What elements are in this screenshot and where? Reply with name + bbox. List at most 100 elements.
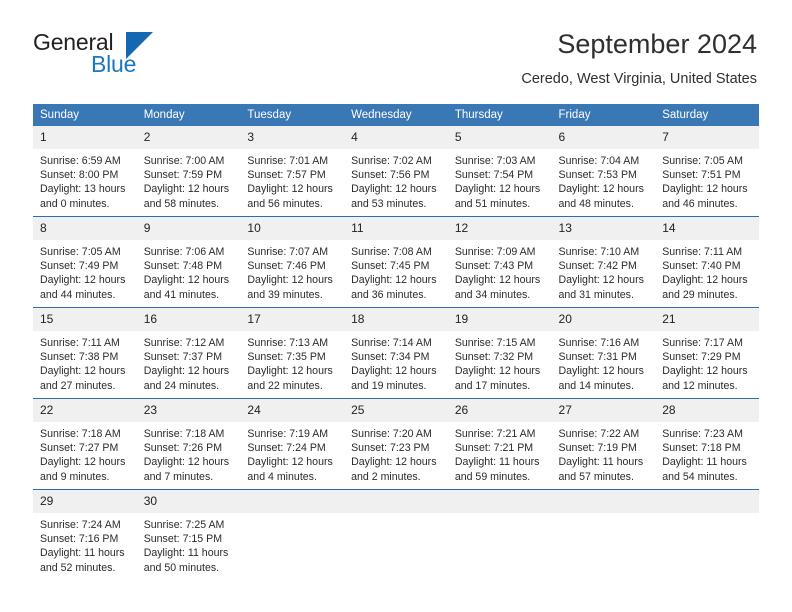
week-row: 8 Sunrise: 7:05 AM Sunset: 7:49 PM Dayli… [33,216,759,308]
day-details: Sunrise: 7:10 AM Sunset: 7:42 PM Dayligh… [552,240,656,302]
daylight-text-line1: Daylight: 12 hours [143,456,230,469]
sunrise-text: Sunrise: 7:07 AM [247,246,329,258]
week-row: 29 Sunrise: 7:24 AM Sunset: 7:16 PM Dayl… [33,489,759,580]
day-cell[interactable]: 2 Sunrise: 7:00 AM Sunset: 7:59 PM Dayli… [136,126,241,217]
daylight-text-line1: Daylight: 12 hours [247,274,333,287]
day-cell-empty [344,489,448,580]
week-row: 15 Sunrise: 7:11 AM Sunset: 7:38 PM Dayl… [33,307,759,399]
daylight-text-line2: and 58 minutes. [143,197,220,210]
sunset-text: Sunset: 7:38 PM [40,351,119,364]
daylight-text-line1: Daylight: 12 hours [454,274,541,287]
day-details: Sunrise: 7:02 AM Sunset: 7:56 PM Dayligh… [344,149,448,211]
sunset-text: Sunset: 7:19 PM [558,442,637,455]
sunset-text: Sunset: 7:35 PM [247,351,326,364]
logo-generalblue[interactable]: General Blue [33,30,243,82]
day-number: 17 [240,308,345,331]
day-cell[interactable]: 3 Sunrise: 7:01 AM Sunset: 7:57 PM Dayli… [240,126,345,217]
day-number: 16 [136,308,241,331]
daylight-text-line1: Daylight: 11 hours [558,456,644,469]
sunrise-text: Sunrise: 7:23 AM [662,428,743,440]
sunrise-text: Sunrise: 7:16 AM [558,337,640,349]
day-cell[interactable]: 13 Sunrise: 7:10 AM Sunset: 7:42 PM Dayl… [551,216,656,308]
day-number: 11 [344,217,448,240]
daylight-text-line2: and 59 minutes. [454,470,531,483]
day-cell[interactable]: 1 Sunrise: 6:59 AM Sunset: 8:00 PM Dayli… [33,126,137,217]
day-number: 19 [447,308,552,331]
day-number [551,490,656,513]
sunrise-text: Sunrise: 6:59 AM [40,155,121,167]
day-cell[interactable]: 7 Sunrise: 7:05 AM Sunset: 7:51 PM Dayli… [655,126,759,217]
day-details: Sunrise: 7:20 AM Sunset: 7:23 PM Dayligh… [344,422,448,484]
weekday-header-monday: Monday [136,104,241,126]
day-cell[interactable]: 5 Sunrise: 7:03 AM Sunset: 7:54 PM Dayli… [447,126,552,217]
daylight-text-line2: and 12 minutes. [662,379,738,392]
day-details: Sunrise: 7:08 AM Sunset: 7:45 PM Dayligh… [344,240,448,302]
day-number [447,490,552,513]
day-cell[interactable]: 27 Sunrise: 7:22 AM Sunset: 7:19 PM Dayl… [551,398,656,490]
day-number: 14 [655,217,759,240]
day-cell[interactable]: 23 Sunrise: 7:18 AM Sunset: 7:26 PM Dayl… [136,398,241,490]
day-cell[interactable]: 8 Sunrise: 7:05 AM Sunset: 7:49 PM Dayli… [33,216,137,308]
day-cell[interactable]: 6 Sunrise: 7:04 AM Sunset: 7:53 PM Dayli… [551,126,656,217]
day-details: Sunrise: 7:17 AM Sunset: 7:29 PM Dayligh… [655,331,759,393]
day-cell[interactable]: 4 Sunrise: 7:02 AM Sunset: 7:56 PM Dayli… [344,126,448,217]
day-number: 10 [240,217,345,240]
daylight-text-line1: Daylight: 12 hours [247,456,333,469]
day-cell[interactable]: 16 Sunrise: 7:12 AM Sunset: 7:37 PM Dayl… [136,307,241,399]
day-cell[interactable]: 25 Sunrise: 7:20 AM Sunset: 7:23 PM Dayl… [344,398,448,490]
day-cell[interactable]: 24 Sunrise: 7:19 AM Sunset: 7:24 PM Dayl… [240,398,345,490]
daylight-text-line2: and 34 minutes. [454,288,531,301]
day-cell[interactable]: 11 Sunrise: 7:08 AM Sunset: 7:45 PM Dayl… [344,216,448,308]
sunset-text: Sunset: 7:31 PM [558,351,637,364]
day-details: Sunrise: 7:21 AM Sunset: 7:21 PM Dayligh… [448,422,552,484]
day-cell-empty [240,489,345,580]
day-details: Sunrise: 7:11 AM Sunset: 7:40 PM Dayligh… [655,240,759,302]
day-details: Sunrise: 7:18 AM Sunset: 7:27 PM Dayligh… [33,422,137,484]
day-details: Sunrise: 7:16 AM Sunset: 7:31 PM Dayligh… [552,331,656,393]
daylight-text-line2: and 9 minutes. [40,470,110,483]
day-cell[interactable]: 12 Sunrise: 7:09 AM Sunset: 7:43 PM Dayl… [447,216,552,308]
daylight-text-line1: Daylight: 12 hours [558,183,644,196]
day-details: Sunrise: 7:04 AM Sunset: 7:53 PM Dayligh… [552,149,656,211]
day-number: 5 [447,126,552,149]
day-cell[interactable]: 22 Sunrise: 7:18 AM Sunset: 7:27 PM Dayl… [33,398,137,490]
day-cell[interactable]: 10 Sunrise: 7:07 AM Sunset: 7:46 PM Dayl… [240,216,345,308]
day-cell[interactable]: 9 Sunrise: 7:06 AM Sunset: 7:48 PM Dayli… [136,216,241,308]
day-cell[interactable]: 28 Sunrise: 7:23 AM Sunset: 7:18 PM Dayl… [655,398,759,490]
day-cell[interactable]: 21 Sunrise: 7:17 AM Sunset: 7:29 PM Dayl… [655,307,759,399]
sunset-text: Sunset: 7:27 PM [40,442,119,455]
page-subtitle-location: Ceredo, West Virginia, United States [521,71,757,87]
daylight-text-line2: and 2 minutes. [351,470,421,483]
daylight-text-line1: Daylight: 12 hours [351,183,437,196]
daylight-text-line1: Daylight: 11 hours [143,547,229,560]
sunset-text: Sunset: 7:56 PM [351,169,430,182]
title-block: September 2024 Ceredo, West Virginia, Un… [521,28,757,88]
day-details: Sunrise: 7:06 AM Sunset: 7:48 PM Dayligh… [137,240,241,302]
day-number: 23 [136,399,241,422]
day-details: Sunrise: 7:22 AM Sunset: 7:19 PM Dayligh… [552,422,656,484]
day-cell[interactable]: 14 Sunrise: 7:11 AM Sunset: 7:40 PM Dayl… [655,216,759,308]
daylight-text-line1: Daylight: 13 hours [40,183,126,196]
day-cell[interactable]: 26 Sunrise: 7:21 AM Sunset: 7:21 PM Dayl… [447,398,552,490]
day-cell[interactable]: 15 Sunrise: 7:11 AM Sunset: 7:38 PM Dayl… [33,307,137,399]
sunset-text: Sunset: 7:15 PM [143,533,223,546]
day-cell[interactable]: 19 Sunrise: 7:15 AM Sunset: 7:32 PM Dayl… [447,307,552,399]
day-details: Sunrise: 7:11 AM Sunset: 7:38 PM Dayligh… [33,331,137,393]
daylight-text-line1: Daylight: 12 hours [351,456,437,469]
daylight-text-line2: and 17 minutes. [454,379,531,392]
day-cell[interactable]: 18 Sunrise: 7:14 AM Sunset: 7:34 PM Dayl… [344,307,448,399]
day-details: Sunrise: 6:59 AM Sunset: 8:00 PM Dayligh… [33,149,137,211]
sunset-text: Sunset: 7:51 PM [662,169,741,182]
day-cell[interactable]: 17 Sunrise: 7:13 AM Sunset: 7:35 PM Dayl… [240,307,345,399]
daylight-text-line2: and 48 minutes. [558,197,634,210]
day-cell[interactable]: 30 Sunrise: 7:25 AM Sunset: 7:15 PM Dayl… [136,489,241,580]
day-cell[interactable]: 20 Sunrise: 7:16 AM Sunset: 7:31 PM Dayl… [551,307,656,399]
daylight-text-line2: and 44 minutes. [40,288,116,301]
sunrise-text: Sunrise: 7:12 AM [143,337,225,349]
weekday-header-tuesday: Tuesday [240,104,345,126]
daylight-text-line2: and 50 minutes. [143,561,220,574]
daylight-text-line2: and 56 minutes. [247,197,323,210]
day-cell[interactable]: 29 Sunrise: 7:24 AM Sunset: 7:16 PM Dayl… [33,489,137,580]
daylight-text-line1: Daylight: 12 hours [143,365,230,378]
day-number: 2 [136,126,241,149]
